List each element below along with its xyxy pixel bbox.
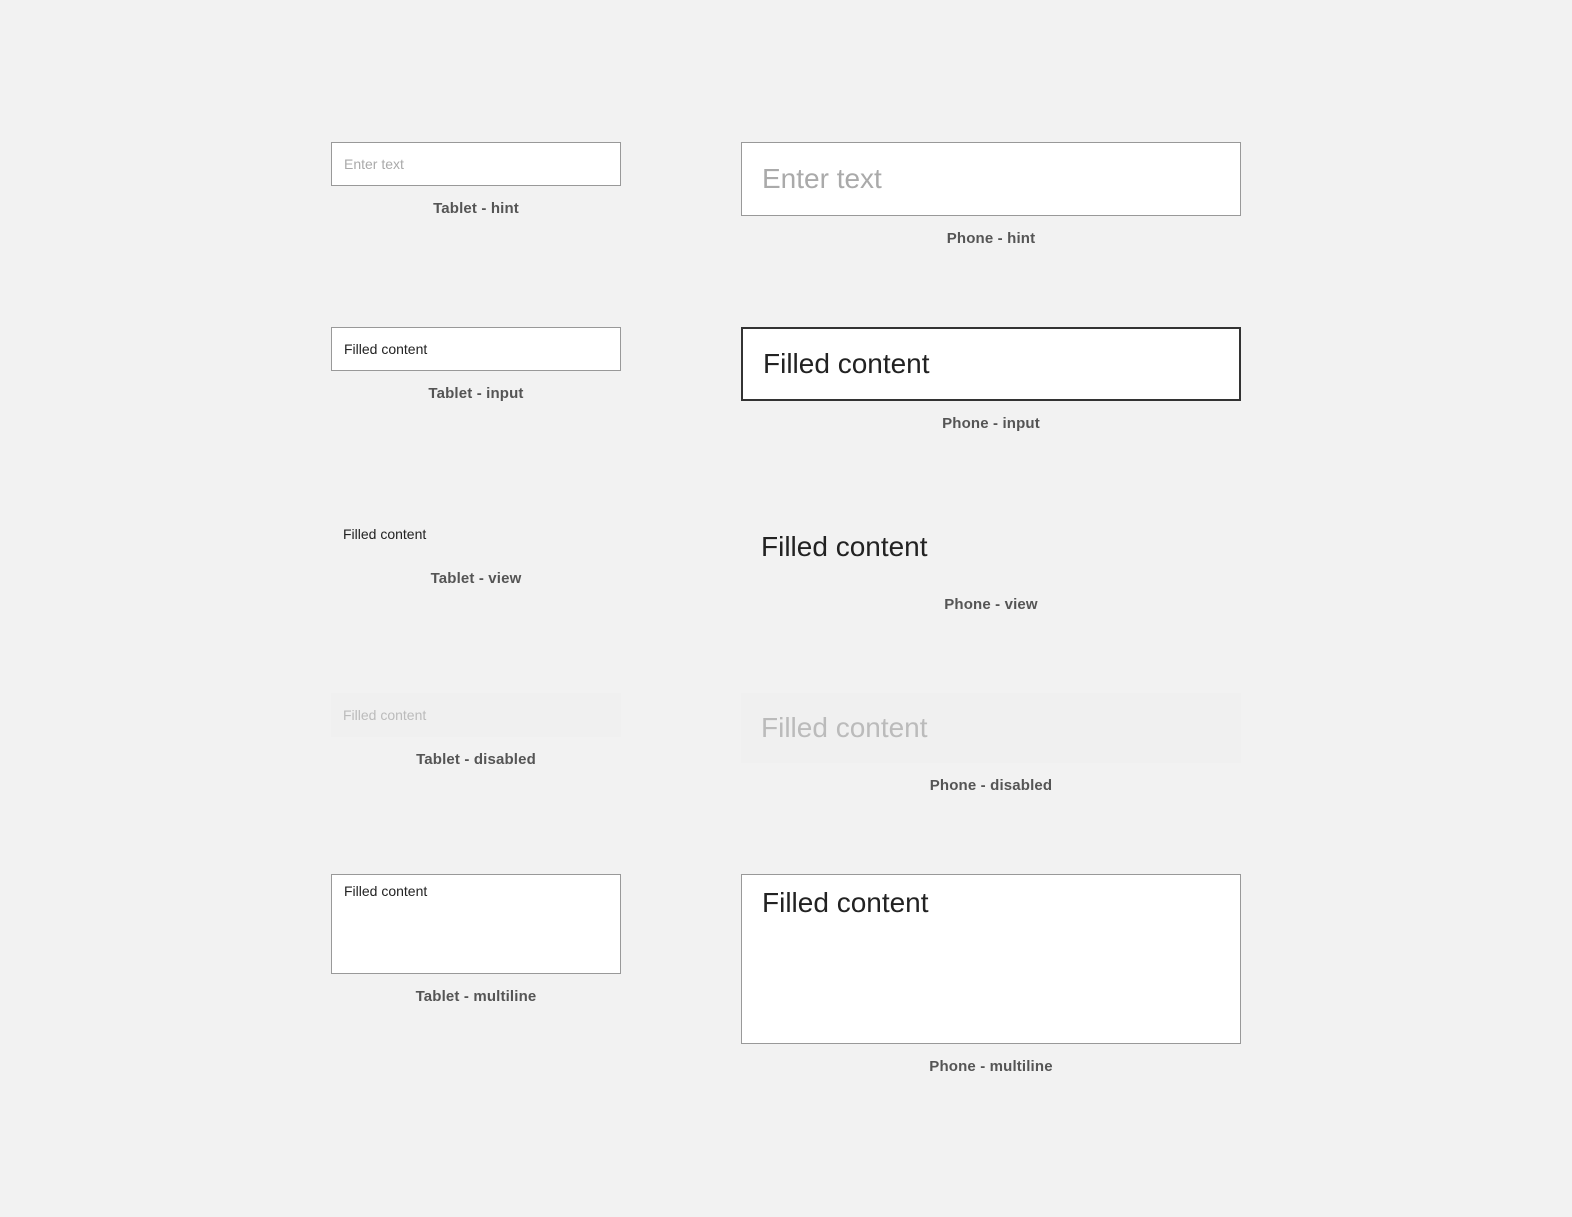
tablet-hint-group: Tablet - hint <box>331 142 621 217</box>
tablet-disabled-text: Filled content <box>343 707 426 723</box>
tablet-disabled-group: Filled content Tablet - disabled <box>331 693 621 768</box>
phone-disabled-text: Filled content <box>761 712 928 744</box>
tablet-view-text: Filled content <box>343 526 426 542</box>
row-disabled: Filled content Tablet - disabled Filled … <box>120 653 1452 834</box>
tablet-view-group: Filled content Tablet - view <box>331 512 621 587</box>
phone-hint-input[interactable] <box>741 142 1241 216</box>
tablet-disabled-field: Filled content <box>331 693 621 737</box>
tablet-input-label: Tablet - input <box>428 385 523 402</box>
main-layout: Tablet - hint Phone - hint Tablet - inpu… <box>0 82 1572 1135</box>
tablet-input-group: Tablet - input <box>331 327 621 402</box>
row-view: Filled content Tablet - view Filled cont… <box>120 472 1452 653</box>
phone-hint-label: Phone - hint <box>947 230 1035 247</box>
phone-disabled-field: Filled content <box>741 693 1241 763</box>
tablet-disabled-label: Tablet - disabled <box>416 751 536 768</box>
row-hint: Tablet - hint Phone - hint <box>120 102 1452 287</box>
phone-hint-group: Phone - hint <box>741 142 1241 247</box>
phone-multiline-label: Phone - multiline <box>929 1058 1052 1075</box>
tablet-hint-input[interactable] <box>331 142 621 186</box>
phone-view-group: Filled content Phone - view <box>741 512 1241 613</box>
phone-multiline-group: Filled content Phone - multiline <box>741 874 1241 1075</box>
phone-disabled-label: Phone - disabled <box>930 777 1052 794</box>
tablet-view-field: Filled content <box>331 512 621 556</box>
tablet-input-field[interactable] <box>331 327 621 371</box>
tablet-hint-label: Tablet - hint <box>433 200 519 217</box>
phone-input-group: Phone - input <box>741 327 1241 432</box>
phone-input-field[interactable] <box>741 327 1241 401</box>
phone-multiline-field[interactable]: Filled content <box>741 874 1241 1044</box>
phone-view-label: Phone - view <box>944 596 1038 613</box>
row-input: Tablet - input Phone - input <box>120 287 1452 472</box>
phone-view-field: Filled content <box>741 512 1241 582</box>
row-multiline: Filled content Tablet - multiline Filled… <box>120 834 1452 1115</box>
phone-disabled-group: Filled content Phone - disabled <box>741 693 1241 794</box>
phone-input-label: Phone - input <box>942 415 1040 432</box>
tablet-multiline-label: Tablet - multiline <box>416 988 537 1005</box>
phone-view-text: Filled content <box>761 531 928 563</box>
tablet-multiline-group: Filled content Tablet - multiline <box>331 874 621 1005</box>
tablet-view-label: Tablet - view <box>431 570 522 587</box>
tablet-multiline-field[interactable]: Filled content <box>331 874 621 974</box>
